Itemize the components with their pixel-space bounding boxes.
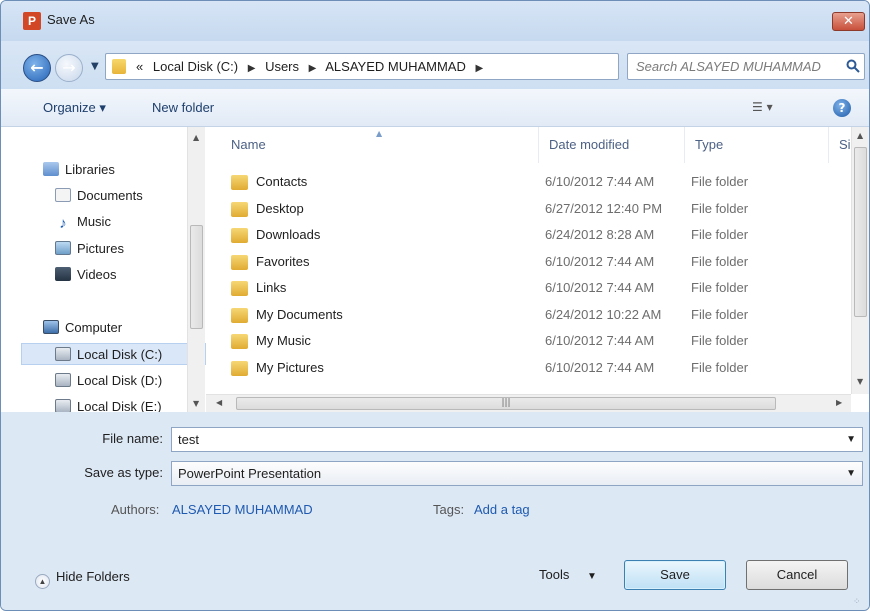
breadcrumb-users[interactable]: Users [265, 59, 299, 74]
list-item[interactable]: Links 6/10/2012 7:44 AM File folder [231, 275, 851, 301]
help-icon[interactable]: ? [833, 99, 851, 117]
scroll-down-icon[interactable]: ▼ [193, 399, 199, 408]
resize-grip-icon[interactable]: ⁘ [853, 597, 861, 607]
scroll-up-icon[interactable]: ▲ [857, 131, 863, 140]
authors-label: Authors: [111, 502, 160, 517]
hide-folders-button[interactable]: ▲ Hide Folders [35, 569, 130, 589]
sidebar-item-videos[interactable]: Videos [55, 264, 117, 286]
scroll-up-icon[interactable]: ▲ [193, 133, 199, 142]
sidebar-item-documents[interactable]: Documents [55, 185, 143, 207]
folder-icon [231, 255, 248, 270]
sidebar-item-music[interactable]: ♪ Music [55, 211, 111, 233]
back-button[interactable]: ← [23, 54, 51, 82]
organize-menu[interactable]: Organize ▾ [43, 100, 106, 116]
sidebar-item-libraries[interactable]: Libraries [43, 159, 115, 181]
videos-icon [55, 267, 71, 281]
drive-icon [55, 347, 71, 361]
scroll-down-icon[interactable]: ▼ [857, 377, 863, 386]
chevron-right-icon[interactable]: ▶ [476, 63, 484, 74]
sidebar-item-local-disk-e[interactable]: Local Disk (E:) [55, 396, 162, 412]
music-icon: ♪ [59, 215, 67, 232]
sort-ascending-icon: ▲ [376, 129, 383, 138]
list-item[interactable]: My Music 6/10/2012 7:44 AM File folder [231, 328, 851, 354]
scrollbar-thumb[interactable] [190, 225, 203, 329]
column-header-size[interactable]: Si [829, 127, 851, 163]
window-title: Save As [47, 12, 95, 27]
search-icon[interactable] [846, 59, 860, 73]
tags-input[interactable]: Add a tag [474, 502, 530, 517]
forward-button[interactable]: → [55, 54, 83, 82]
sidebar-item-local-disk-c[interactable]: Local Disk (C:) [21, 343, 206, 365]
list-item[interactable]: My Documents 6/24/2012 10:22 AM File fol… [231, 302, 851, 328]
list-item[interactable]: Downloads 6/24/2012 8:28 AM File folder [231, 222, 851, 248]
folder-icon [231, 202, 248, 217]
chevron-down-icon: ▼ [586, 571, 597, 582]
scrollbar-thumb[interactable]: ||| [236, 397, 776, 410]
new-folder-button[interactable]: New folder [152, 100, 214, 115]
save-as-type-label: Save as type: [84, 465, 163, 480]
navigation-pane: Libraries Documents ♪ Music Pictures Vide… [21, 127, 207, 412]
save-button[interactable]: Save [624, 560, 726, 590]
list-item[interactable]: Favorites 6/10/2012 7:44 AM File folder [231, 249, 851, 275]
folder-icon [231, 334, 248, 349]
chevron-right-icon[interactable]: ▶ [309, 63, 317, 74]
sidebar-item-pictures[interactable]: Pictures [55, 238, 124, 260]
search-input[interactable]: Search ALSAYED MUHAMMAD [627, 53, 865, 80]
folder-icon [231, 361, 248, 376]
list-item[interactable]: My Pictures 6/10/2012 7:44 AM File folde… [231, 355, 851, 381]
pictures-icon [55, 241, 71, 255]
powerpoint-icon: P [23, 12, 41, 30]
cancel-button[interactable]: Cancel [746, 560, 848, 590]
command-bar: Organize ▾ New folder ☰ ▾ ? [1, 89, 869, 127]
search-placeholder: Search ALSAYED MUHAMMAD [636, 59, 821, 74]
tools-menu[interactable]: Tools ▼ [539, 567, 597, 582]
breadcrumb-overflow[interactable]: « [136, 59, 143, 74]
folder-icon [231, 175, 248, 190]
view-options-icon[interactable]: ☰ ▾ [752, 100, 792, 116]
column-header-type[interactable]: Type [685, 127, 829, 163]
file-name-label: File name: [102, 431, 163, 446]
save-as-dialog: P Save As ✕ ← → ▼ « Local Disk (C:) ▶ Us… [0, 0, 870, 611]
chevron-up-icon: ▲ [35, 574, 50, 589]
scroll-left-icon[interactable]: ◀ [216, 398, 222, 407]
list-item[interactable]: Contacts 6/10/2012 7:44 AM File folder [231, 169, 851, 195]
navigation-bar: ← → ▼ « Local Disk (C:) ▶ Users ▶ ALSAYE… [1, 41, 869, 89]
libraries-icon [43, 162, 59, 176]
navigation-pane-scrollbar[interactable]: ▲ ▼ [187, 127, 205, 412]
address-bar[interactable]: « Local Disk (C:) ▶ Users ▶ ALSAYED MUHA… [105, 53, 709, 80]
folder-icon [112, 59, 126, 74]
save-options: File name: test ▼ Save as type: PowerPoi… [1, 412, 869, 610]
column-header-date-modified[interactable]: Date modified [539, 127, 685, 163]
save-as-type-select[interactable]: PowerPoint Presentation ▼ [171, 461, 863, 486]
computer-icon [43, 320, 59, 334]
drive-icon [55, 399, 71, 412]
folder-icon [231, 228, 248, 243]
file-name-field[interactable]: test ▼ [171, 427, 863, 452]
scroll-right-icon[interactable]: ▶ [836, 398, 842, 407]
folder-icon [231, 308, 248, 323]
file-list-vertical-scrollbar[interactable]: ▲ ▼ [851, 127, 869, 394]
tags-label: Tags: [433, 502, 465, 517]
chevron-down-icon[interactable]: ▼ [846, 428, 856, 451]
documents-icon [55, 188, 71, 202]
list-item[interactable]: Desktop 6/27/2012 12:40 PM File folder [231, 196, 851, 222]
file-list-horizontal-scrollbar[interactable]: ◀ ||| ▶ [206, 394, 851, 412]
chevron-right-icon[interactable]: ▶ [248, 63, 256, 74]
drive-icon [55, 373, 71, 387]
close-button[interactable]: ✕ [832, 12, 865, 31]
breadcrumb-local-disk-c[interactable]: Local Disk (C:) [153, 59, 238, 74]
title-bar: P Save As ✕ [1, 1, 869, 41]
sidebar-item-local-disk-d[interactable]: Local Disk (D:) [55, 370, 162, 392]
browser-area: Libraries Documents ♪ Music Pictures Vide… [1, 127, 869, 412]
breadcrumb-alsayed-muhammad[interactable]: ALSAYED MUHAMMAD [325, 59, 466, 74]
scrollbar-thumb[interactable] [854, 147, 867, 317]
breadcrumb: « Local Disk (C:) ▶ Users ▶ ALSAYED MUHA… [136, 59, 489, 74]
sidebar-item-computer[interactable]: Computer [43, 317, 122, 339]
chevron-down-icon[interactable]: ▼ [846, 462, 856, 485]
folder-icon [231, 281, 248, 296]
recent-pages-dropdown[interactable]: ▼ [91, 61, 99, 72]
authors-value[interactable]: ALSAYED MUHAMMAD [172, 502, 313, 517]
file-list: Name Date modified Type Si ▲ Contacts 6/… [206, 127, 851, 394]
